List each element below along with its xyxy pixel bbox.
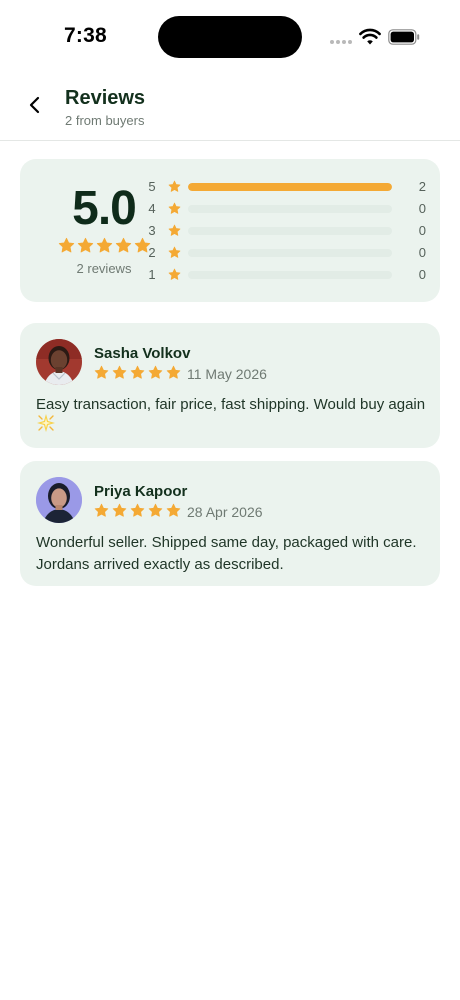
avatar[interactable] [36, 339, 82, 385]
star-icon [112, 503, 127, 517]
sparkle-emoji-icon [37, 414, 55, 432]
distribution-count: 0 [418, 223, 426, 238]
distribution-count: 0 [418, 245, 426, 260]
review-stars [94, 503, 181, 518]
star-icon [168, 180, 181, 198]
distribution-star-label: 4 [148, 201, 156, 216]
distribution-row-4: 4 0 [146, 198, 426, 220]
distribution-star-label: 1 [148, 267, 156, 282]
star-icon [96, 237, 112, 253]
distribution-star-label: 2 [148, 245, 156, 260]
star-icon [166, 365, 181, 379]
distribution-star-label: 5 [148, 179, 156, 194]
distribution-row-2: 2 0 [146, 242, 426, 264]
avatar-photo [36, 477, 82, 523]
star-icon [77, 237, 93, 253]
star-icon [168, 268, 181, 286]
distribution-bar [188, 227, 392, 235]
status-bar: 7:38 [0, 0, 460, 74]
star-icon [148, 365, 163, 379]
header: Reviews 2 from buyers [0, 74, 460, 141]
back-button[interactable] [20, 90, 50, 120]
review-text: Easy transaction, fair price, fast shipp… [36, 396, 426, 413]
star-icon [130, 365, 145, 379]
status-time: 7:38 [64, 24, 107, 47]
star-icon [168, 224, 181, 236]
distribution-bar [188, 249, 392, 257]
star-icon [166, 503, 181, 517]
cellular-signal-icon [330, 40, 352, 45]
distribution-bar [188, 271, 392, 279]
battery-icon [388, 29, 420, 45]
distribution-row-5: 5 2 [146, 176, 426, 198]
distribution-star-label: 3 [148, 223, 156, 238]
distribution-bar [188, 183, 392, 191]
review-card: Priya Kapoor 28 Apr 2026 Wonderful selle… [20, 461, 440, 586]
distribution-row-3: 3 0 [146, 220, 426, 242]
distribution-count: 2 [418, 179, 426, 194]
review-date: 11 May 2026 [187, 366, 267, 382]
page-title: Reviews [65, 87, 146, 109]
review-date: 28 Apr 2026 [187, 504, 263, 520]
avatar[interactable] [36, 477, 82, 523]
review-text: Wonderful seller. Shipped same day, pack… [36, 534, 417, 573]
distribution-count: 0 [418, 267, 426, 282]
distribution-row-1: 1 0 [146, 264, 426, 286]
review-stars [94, 365, 181, 380]
star-icon [130, 503, 145, 517]
star-icon [168, 246, 181, 258]
avatar-photo [36, 339, 82, 385]
star-icon [115, 237, 131, 253]
reviewer-name: Sasha Volkov [94, 345, 191, 362]
chevron-left-icon [29, 96, 40, 114]
distribution-bar-fill [188, 183, 392, 191]
star-icon [168, 246, 181, 264]
wifi-icon [359, 28, 381, 45]
star-icon [168, 202, 181, 220]
star-icon [168, 224, 181, 242]
page-subtitle: 2 from buyers [65, 113, 145, 128]
reviewer-name: Priya Kapoor [94, 483, 188, 500]
rating-distribution: 5 2 4 0 3 0 2 0 1 0 [146, 176, 426, 286]
star-icon [58, 237, 74, 253]
star-icon [168, 180, 181, 192]
review-card: Sasha Volkov 11 May 2026 Easy transactio… [20, 323, 440, 448]
distribution-count: 0 [418, 201, 426, 216]
distribution-bar [188, 205, 392, 213]
star-icon [168, 268, 181, 280]
dynamic-island [158, 16, 302, 58]
star-icon [148, 503, 163, 517]
star-icon [94, 503, 109, 517]
star-icon [94, 365, 109, 379]
rating-summary-card: 5.0 2 reviews 5 2 4 0 3 0 2 0 1 0 [20, 159, 440, 302]
star-icon [168, 202, 181, 214]
star-icon [112, 365, 127, 379]
